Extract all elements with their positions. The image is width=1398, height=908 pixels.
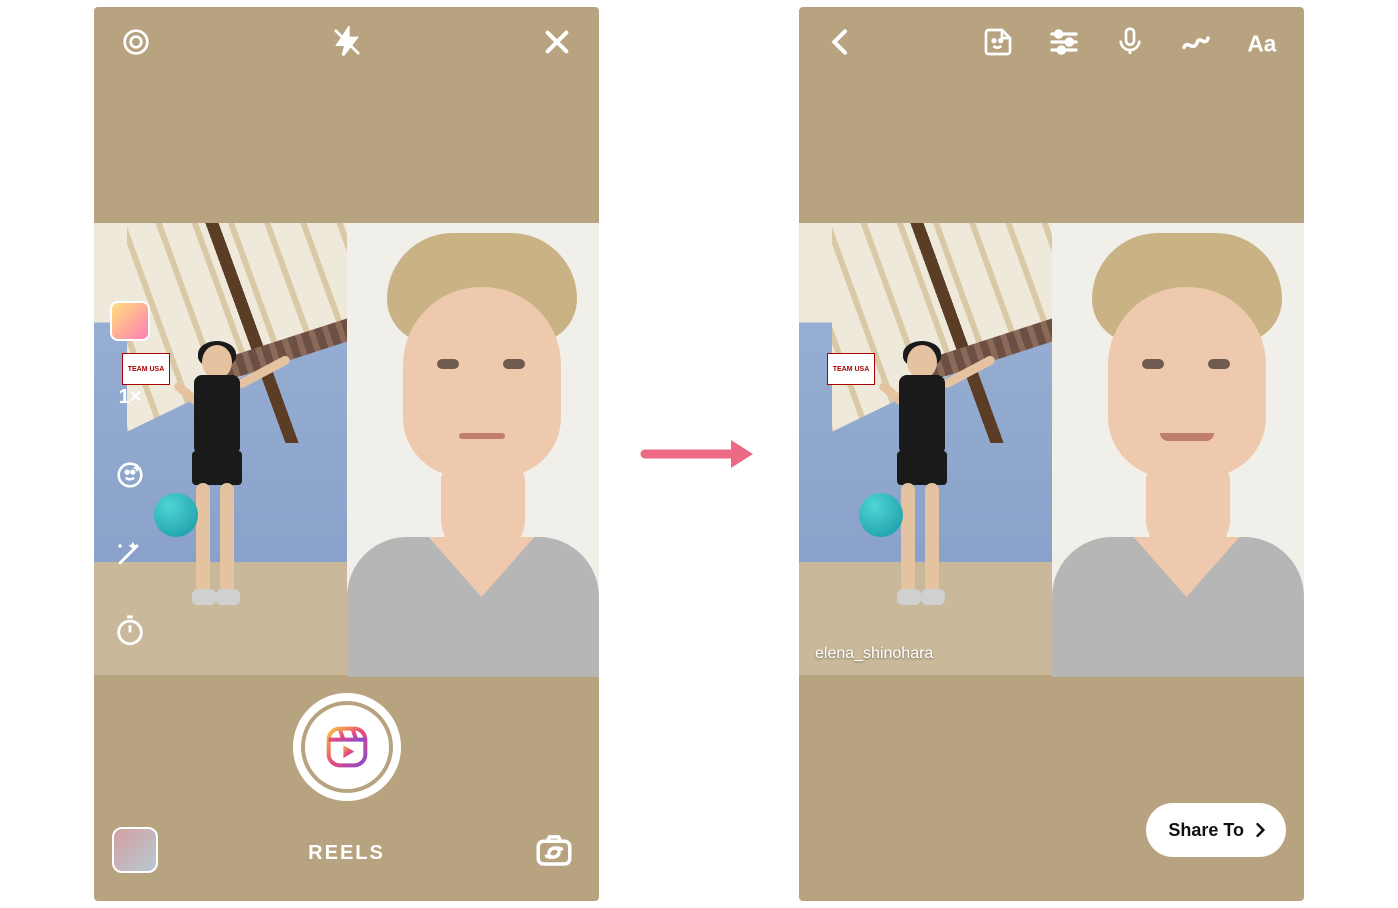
remix-user-recording <box>1052 223 1305 675</box>
gallery-button[interactable] <box>112 827 158 873</box>
settings-icon[interactable] <box>118 24 154 60</box>
timer-icon[interactable] <box>108 609 152 653</box>
effects-sparkle-icon[interactable] <box>108 453 152 497</box>
sliders-icon[interactable] <box>1046 24 1082 60</box>
editor-top-bar: Aa <box>799 7 1304 77</box>
text-aa-icon[interactable]: Aa <box>1244 24 1280 60</box>
audio-remix-thumbnail[interactable] <box>110 301 150 341</box>
microphone-icon[interactable] <box>1112 24 1148 60</box>
reels-editor-screen: Aa TEAM USA elena_shinohara <box>799 7 1304 901</box>
camera-top-bar <box>94 7 599 77</box>
share-to-label: Share To <box>1168 820 1244 841</box>
magic-wand-icon[interactable] <box>108 531 152 575</box>
remix-user-camera <box>347 223 600 675</box>
camera-switch-icon[interactable] <box>533 829 575 871</box>
sticker-icon[interactable] <box>980 24 1016 60</box>
record-button[interactable] <box>293 693 401 801</box>
flow-arrow-icon <box>639 434 759 474</box>
scribble-icon[interactable] <box>1178 24 1214 60</box>
remix-video-result[interactable]: TEAM USA elena_shinohara <box>799 223 1304 675</box>
reels-camera-screen: TEAM USA 1× <box>94 7 599 901</box>
flash-off-icon[interactable] <box>329 24 365 60</box>
reels-side-controls: 1× <box>108 301 152 653</box>
remix-original-video: TEAM USA elena_shinohara <box>799 223 1052 675</box>
remix-video-preview: TEAM USA <box>94 223 599 675</box>
reels-play-icon <box>325 725 369 769</box>
speed-control[interactable]: 1× <box>108 375 152 419</box>
speed-label: 1× <box>119 387 142 407</box>
camera-mode-label[interactable]: REELS <box>308 842 385 865</box>
svg-text:Aa: Aa <box>1247 30 1276 56</box>
chevron-left-icon[interactable] <box>823 24 859 60</box>
remix-credit-handle[interactable]: elena_shinohara <box>815 645 933 663</box>
share-to-button[interactable]: Share To <box>1146 803 1286 857</box>
chevron-right-icon <box>1250 820 1270 840</box>
close-icon[interactable] <box>539 24 575 60</box>
